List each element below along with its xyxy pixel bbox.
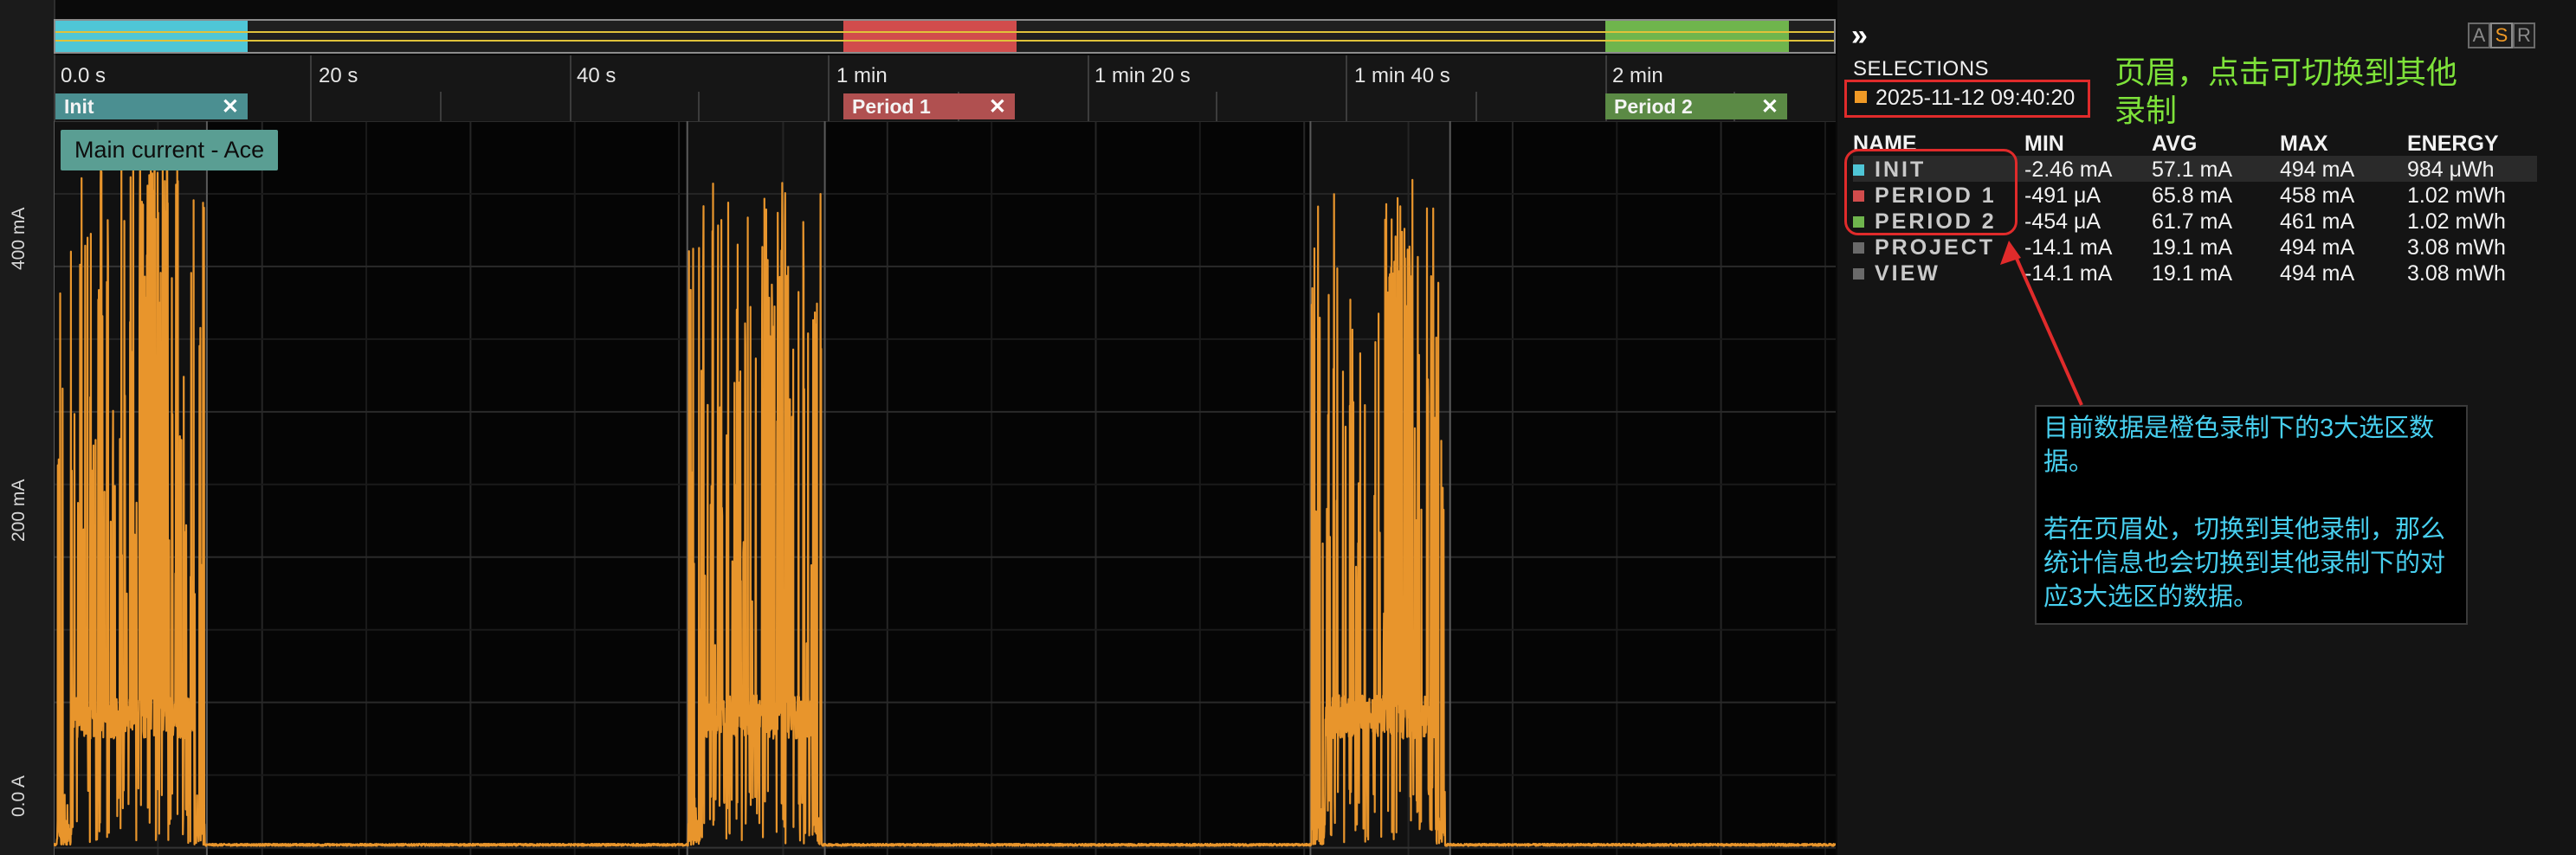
selection-tab-label: Period 2 — [1614, 94, 1693, 118]
stats-avg-cell: 19.1 mA — [2152, 235, 2233, 260]
stats-avg-cell: 57.1 mA — [2152, 158, 2233, 182]
mode-button-a[interactable]: A — [2468, 22, 2490, 48]
time-tick-label: 2 min — [1612, 64, 1663, 87]
time-tick — [828, 55, 830, 121]
stats-max-cell: 461 mA — [2280, 209, 2355, 234]
overview-trace — [55, 40, 1834, 42]
col-header-avg: AVG — [2152, 132, 2198, 156]
time-axis[interactable]: 0.0 s 20 s 40 s 1 min 1 min 20 s 1 min 4… — [54, 55, 1836, 121]
stats-name-cell: PROJECT — [1853, 235, 1995, 260]
selection-name: PROJECT — [1875, 235, 1996, 260]
time-tick-label: 1 min 40 s — [1354, 64, 1450, 87]
overview-band-period-1 — [843, 21, 1017, 52]
time-minor-tick — [1216, 92, 1217, 121]
time-tick — [570, 55, 571, 121]
time-tick-label: 40 s — [577, 64, 617, 87]
stats-name-cell: VIEW — [1853, 261, 1940, 286]
y-axis[interactable]: 0.0 A 200 mA 400 mA — [0, 0, 55, 855]
selection-tab-init[interactable]: Init ✕ — [55, 93, 248, 119]
stats-max-cell: 494 mA — [2280, 235, 2355, 260]
stats-max-cell: 494 mA — [2280, 261, 2355, 286]
stats-energy-cell: 1.02 mWh — [2407, 209, 2506, 234]
col-header-max: MAX — [2280, 132, 2328, 156]
close-icon[interactable]: ✕ — [989, 94, 1006, 119]
signal-label[interactable]: Main current - Ace — [61, 130, 279, 170]
stats-row[interactable]: PROJECT -14.1 mA 19.1 mA 494 mA 3.08 mWh — [1853, 234, 2537, 260]
stats-min-cell: -14.1 mA — [2024, 261, 2113, 286]
waveform-plot[interactable]: Main current - Ace — [54, 121, 1836, 855]
stats-energy-cell: 3.08 mWh — [2407, 235, 2506, 260]
col-header-energy: ENERGY — [2407, 132, 2499, 156]
overview-trace — [55, 31, 1834, 33]
annotation-text: 目前数据是橙色录制下的3大选区数据。 — [2043, 415, 2435, 476]
selection-color-swatch — [1853, 268, 1864, 280]
y-tick-label: 400 mA — [9, 207, 29, 270]
time-tick-label: 0.0 s — [61, 64, 107, 87]
close-icon[interactable]: ✕ — [1761, 94, 1779, 119]
stats-min-cell: -491 μA — [2024, 183, 2101, 208]
annotation-text: 若在页眉处，切换到其他录制，那么统计信息也会切换到其他录制下的对应3大选区的数据… — [2043, 516, 2446, 611]
stats-row[interactable]: VIEW -14.1 mA 19.1 mA 494 mA 3.08 mWh — [1853, 260, 2537, 286]
current-trace — [54, 129, 1836, 847]
mode-button-s[interactable]: S — [2490, 22, 2513, 48]
stats-max-cell: 458 mA — [2280, 183, 2355, 208]
overview-band-init — [55, 21, 248, 52]
close-icon[interactable]: ✕ — [222, 94, 239, 119]
time-minor-tick — [440, 92, 442, 121]
expand-panel-icon[interactable]: » — [1851, 19, 1868, 53]
stats-energy-cell: 1.02 mWh — [2407, 183, 2506, 208]
time-tick — [1346, 55, 1347, 121]
selection-color-swatch — [1853, 242, 1864, 254]
time-tick-label: 1 min 20 s — [1094, 64, 1191, 87]
stats-min-cell: -2.46 mA — [2024, 158, 2113, 182]
mode-button-r[interactable]: R — [2513, 22, 2535, 48]
recording-selector[interactable]: 2025-11-12 09:40:20 — [1876, 86, 2075, 111]
app-window: 0.0 A 200 mA 400 mA 0.0 s 20 s 40 s 1 mi… — [0, 0, 2576, 855]
selection-tab-period-1[interactable]: Period 1 ✕ — [843, 93, 1015, 119]
selections-heading: SELECTIONS — [1853, 57, 1990, 80]
stats-avg-cell: 61.7 mA — [2152, 209, 2233, 234]
stats-max-cell: 494 mA — [2280, 158, 2355, 182]
time-minor-tick — [1475, 92, 1477, 121]
selection-tab-label: Period 1 — [852, 94, 931, 118]
y-tick-label: 200 mA — [9, 479, 29, 542]
y-tick-label: 0.0 A — [9, 775, 29, 817]
selections-highlight-box — [1844, 149, 2018, 235]
selection-tab-label: Init — [64, 94, 94, 118]
time-tick — [310, 55, 312, 121]
overview-band-period-2 — [1605, 21, 1789, 52]
time-minor-tick — [698, 92, 700, 121]
stats-avg-cell: 19.1 mA — [2152, 261, 2233, 286]
time-tick-label: 20 s — [319, 64, 358, 87]
stats-min-cell: -454 μA — [2024, 209, 2101, 234]
stats-min-cell: -14.1 mA — [2024, 235, 2113, 260]
header-annotation: 页眉，点击可切换到其他录制 — [2114, 55, 2458, 128]
selection-tab-period-2[interactable]: Period 2 ✕ — [1605, 93, 1787, 119]
stats-energy-cell: 3.08 mWh — [2407, 261, 2506, 286]
time-tick-label: 1 min — [836, 64, 888, 87]
time-tick — [1088, 55, 1089, 121]
stats-energy-cell: 984 μWh — [2407, 158, 2495, 182]
explanation-annotation: 目前数据是橙色录制下的3大选区数据。 若在页眉处，切换到其他录制，那么统计信息也… — [2035, 405, 2468, 625]
stats-avg-cell: 65.8 mA — [2152, 183, 2233, 208]
overview-strip[interactable] — [54, 19, 1836, 54]
recording-color-swatch — [1855, 91, 1867, 103]
selection-name: VIEW — [1875, 261, 1940, 286]
waveform-svg — [54, 121, 1836, 855]
col-header-min: MIN — [2024, 132, 2064, 156]
